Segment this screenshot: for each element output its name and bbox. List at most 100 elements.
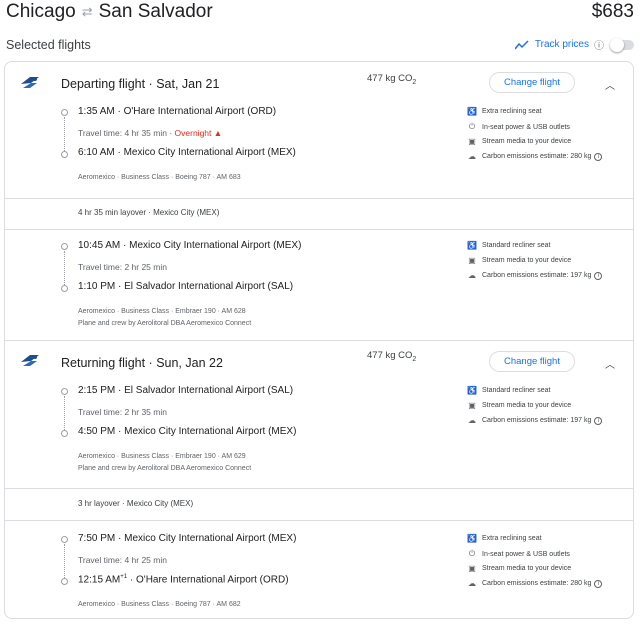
returning-flight-card: Returning flight · Sun, Jan 22 477 kg CO… xyxy=(4,340,634,619)
seat-icon: ♿ xyxy=(467,241,477,250)
airline-logo-icon xyxy=(21,355,39,366)
departing-title: Departing flight xyxy=(61,77,146,91)
amenity: ☁ Carbon emissions estimate: 280 kg i xyxy=(467,152,603,161)
media-icon: ▣ xyxy=(468,401,476,410)
co2-icon: ☁ xyxy=(468,416,476,425)
flight-details: Aeromexico · Business Class · Embraer 19… xyxy=(78,453,246,460)
returning-date: Sun, Jan 22 xyxy=(156,356,223,370)
chevron-up-icon[interactable]: ︿ xyxy=(605,77,615,92)
co2-icon: ☁ xyxy=(468,152,476,161)
returning-title: Returning flight xyxy=(61,356,146,370)
amenity-label: In-seat power & USB outlets xyxy=(482,550,570,558)
flight-details: Aeromexico · Business Class · Boeing 787… xyxy=(78,174,241,181)
departure-dot xyxy=(61,109,68,116)
travel-time-text: Travel time: 4 hr 35 min xyxy=(78,128,167,138)
arrival-stop: 12:15 AM+1 · O'Hare International Airpor… xyxy=(78,574,289,586)
amenity: ▣ Stream media to your device xyxy=(467,256,571,265)
arrival-time: 12:15 AM xyxy=(78,574,121,586)
route-title: Chicago ⇄ San Salvador xyxy=(6,0,213,24)
departure-stop: 7:50 PM · Mexico City International Airp… xyxy=(78,533,297,544)
arrival-dot xyxy=(61,430,68,437)
flight-details: Aeromexico · Business Class · Embraer 19… xyxy=(78,308,246,315)
total-price: $683 xyxy=(591,1,634,22)
arrival-stop: 4:50 PM · Mexico City International Airp… xyxy=(78,426,297,437)
arrival-airport: Mexico City International Airport (MEX) xyxy=(123,147,296,158)
departure-airport: El Salvador International Airport (SAL) xyxy=(124,385,294,396)
amenity-label: Stream media to your device xyxy=(482,138,572,145)
divider xyxy=(5,198,633,199)
amenity-label: Stream media to your device xyxy=(482,402,572,409)
departing-heading: Departing flight · Sat, Jan 21 xyxy=(61,77,220,91)
amenity: ▣ Stream media to your device xyxy=(467,137,571,146)
co2-icon: ☁ xyxy=(468,271,476,280)
arrival-time: 1:10 PM xyxy=(78,281,116,292)
change-flight-button[interactable]: Change flight xyxy=(489,72,575,93)
co2-subscript: 2 xyxy=(412,78,417,86)
route-line xyxy=(64,251,65,285)
departure-airport: O'Hare International Airport (ORD) xyxy=(123,106,277,117)
info-icon[interactable]: i xyxy=(594,416,603,425)
co2-total: 477 kg CO2 xyxy=(367,73,416,86)
travel-time: Travel time: 2 hr 25 min xyxy=(78,262,167,272)
amenity-label: Extra reclining seat xyxy=(482,108,542,115)
origin-city: Chicago xyxy=(6,1,76,22)
overnight-warning: Overnight xyxy=(174,128,212,138)
amenity: ♿ Standard recliner seat xyxy=(467,386,550,395)
info-icon[interactable]: i xyxy=(594,271,603,280)
seat-icon: ♿ xyxy=(467,386,477,395)
divider xyxy=(5,488,633,489)
amenity: ♿ Extra reclining seat xyxy=(467,107,542,116)
returning-heading: Returning flight · Sun, Jan 22 xyxy=(61,356,223,370)
track-prices-label[interactable]: Track prices xyxy=(535,39,589,50)
amenity-label: Standard recliner seat xyxy=(482,387,551,394)
change-flight-button[interactable]: Change flight xyxy=(489,351,575,372)
arrival-airport: O'Hare International Airport (ORD) xyxy=(136,574,289,586)
arrival-airport: El Salvador International Airport (SAL) xyxy=(124,281,294,292)
amenity-label: Stream media to your device xyxy=(482,257,572,264)
destination-city: San Salvador xyxy=(98,1,213,22)
operator-info: Plane and crew by Aerolitoral DBA Aerome… xyxy=(78,320,252,327)
media-icon: ▣ xyxy=(468,564,476,573)
seat-icon: ♿ xyxy=(467,534,477,543)
departure-stop: 10:45 AM · Mexico City International Air… xyxy=(78,240,302,251)
amenity: ⏻ In-seat power & USB outlets xyxy=(467,549,570,559)
info-icon[interactable]: ⓘ xyxy=(594,37,604,52)
travel-time: Travel time: 2 hr 35 min xyxy=(78,407,167,417)
departure-dot xyxy=(61,388,68,395)
info-icon[interactable]: i xyxy=(594,579,603,588)
layover-info: 4 hr 35 min layover · Mexico City (MEX) xyxy=(78,208,220,217)
amenity: ☁ Carbon emissions estimate: 197 kg i xyxy=(467,271,603,280)
info-icon[interactable]: i xyxy=(594,152,603,161)
co2-subscript: 2 xyxy=(412,355,417,363)
route-line xyxy=(64,117,65,151)
amenity: ☁ Carbon emissions estimate: 280 kg i xyxy=(467,579,603,588)
amenity: ⏻ In-seat power & USB outlets xyxy=(467,122,570,132)
departure-airport: Mexico City International Airport (MEX) xyxy=(129,240,302,251)
departure-dot xyxy=(61,243,68,250)
amenity: ▣ Stream media to your device xyxy=(467,564,571,573)
divider xyxy=(5,520,633,521)
power-plug-icon: ⏻ xyxy=(468,122,476,131)
co2-value: 477 kg CO xyxy=(367,350,413,361)
swap-arrows-icon: ⇄ xyxy=(81,4,93,19)
departure-stop: 1:35 AM · O'Hare International Airport (… xyxy=(78,106,277,117)
travel-time: Travel time: 4 hr 35 min · Overnight ▲ xyxy=(78,128,223,138)
arrival-time: 6:10 AM xyxy=(78,147,115,158)
amenity: ▣ Stream media to your device xyxy=(467,401,571,410)
travel-time: Travel time: 4 hr 25 min xyxy=(78,555,167,565)
track-prices-toggle[interactable] xyxy=(610,37,634,52)
departing-date: Sat, Jan 21 xyxy=(156,77,220,91)
amenity: ☁ Carbon emissions estimate: 197 kg i xyxy=(467,416,603,425)
amenity: ♿ Standard recliner seat xyxy=(467,241,550,250)
chevron-up-icon[interactable]: ︿ xyxy=(605,356,615,371)
divider xyxy=(5,229,633,230)
arrival-stop: 1:10 PM · El Salvador International Airp… xyxy=(78,281,294,292)
selected-flights-heading: Selected flights xyxy=(6,38,91,52)
track-prices[interactable]: Track prices ⓘ xyxy=(514,37,634,52)
co2-value: 477 kg CO xyxy=(367,73,413,84)
amenity-label: Carbon emissions estimate: 280 kg xyxy=(482,580,592,587)
amenity-label: Standard recliner seat xyxy=(482,242,551,249)
route-line xyxy=(64,544,65,578)
airline-logo-icon xyxy=(21,77,39,88)
amenity-label: Stream media to your device xyxy=(482,565,572,572)
